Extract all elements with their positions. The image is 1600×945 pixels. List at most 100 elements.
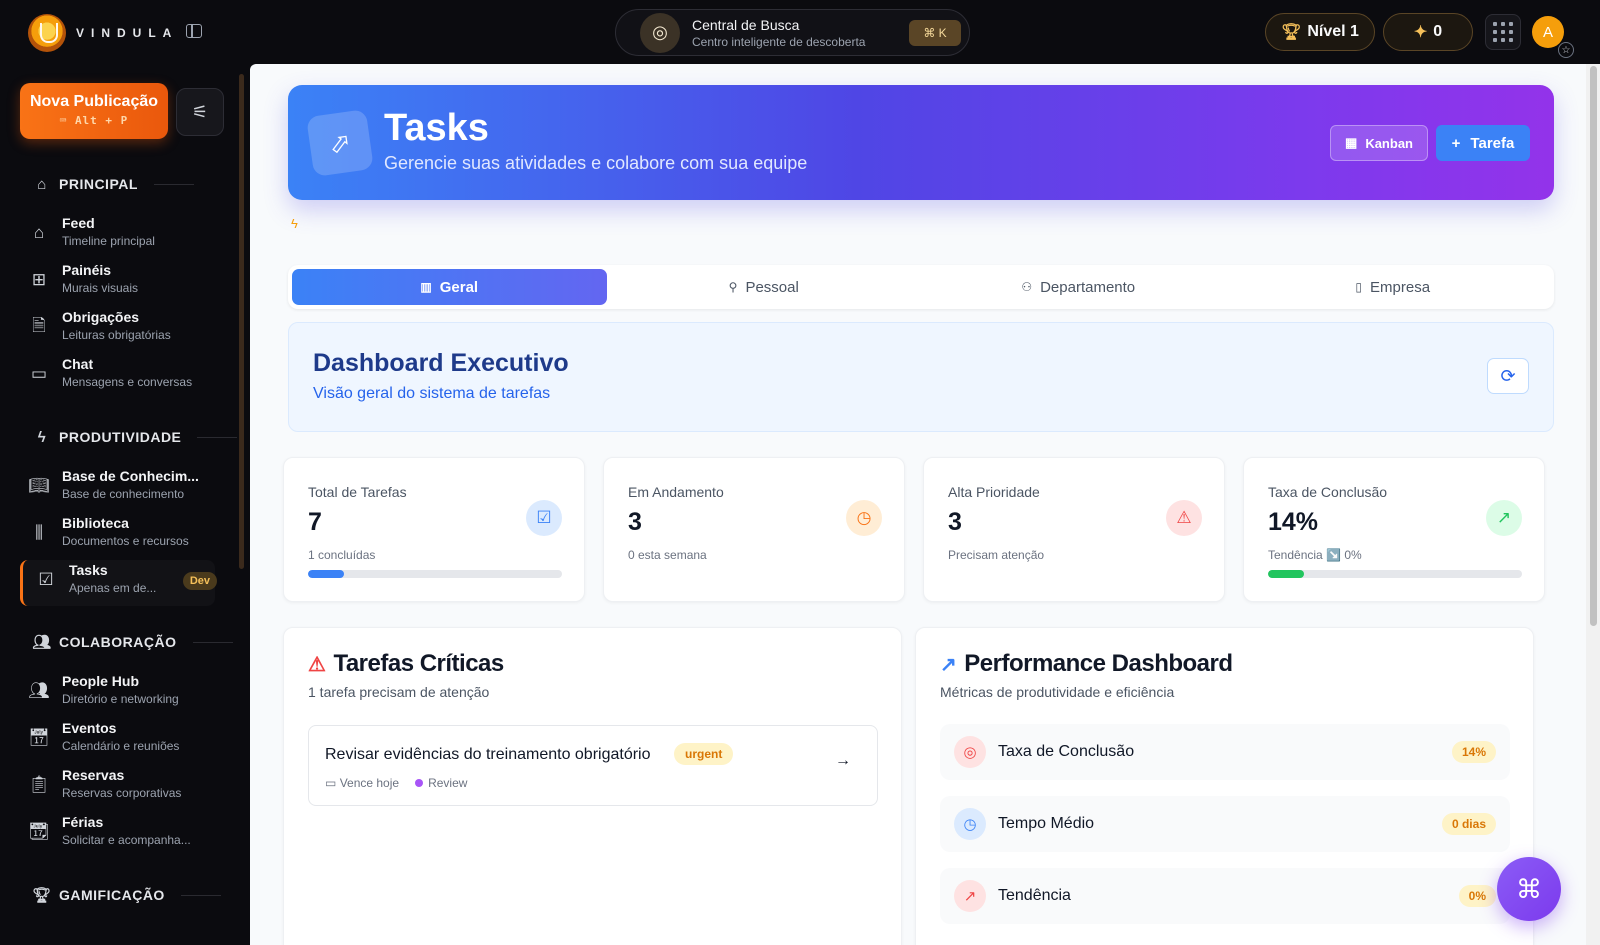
performance-title: Performance Dashboard — [964, 650, 1233, 677]
trending-up-icon: ↗ — [1486, 500, 1522, 536]
target-icon: ◎ — [954, 736, 986, 768]
critical-task-item[interactable]: Revisar evidências do treinamento obriga… — [308, 725, 878, 806]
bar-chart-icon: ▥ — [420, 280, 432, 294]
dashboard-subtitle: Visão geral do sistema de tarefas — [313, 385, 551, 402]
perf-badge: 14% — [1451, 741, 1496, 763]
level-label: Nível 1 — [1307, 23, 1359, 40]
users-icon: 👥︎ — [32, 634, 52, 651]
stat-total-tasks: Total de Tarefas 7 1 concluídas ☑ — [283, 457, 585, 602]
status-dot — [415, 779, 424, 787]
message-square-icon: ▭ — [30, 364, 48, 383]
grid-icon: ▦ — [1345, 135, 1358, 150]
home-icon: ⌂ — [33, 223, 45, 242]
stat-high-priority: Alta Prioridade 3 Precisam atenção ⚠ — [923, 457, 1225, 602]
tab-pessoal[interactable]: ⚲ Pessoal — [607, 269, 922, 305]
sidebar-item-biblioteca[interactable]: ⫼ Biblioteca Documentos e recursos — [30, 515, 235, 557]
task-title: Revisar evidências do treinamento obriga… — [325, 746, 651, 763]
new-post-button[interactable]: Nova Publicação ⌨ Alt + P — [20, 83, 168, 139]
task-due: ▭ Vence hoje — [325, 776, 400, 790]
calendar-icon: ▭ — [325, 776, 337, 790]
sidebar-item-paineis[interactable]: ⊞ Painéis Murais visuais — [30, 262, 235, 304]
users-icon: 👥︎ — [28, 681, 50, 700]
file-text-icon: 🗎︎ — [32, 315, 46, 335]
top-bar: VINDULA ◎ Central de Busca Centro inteli… — [0, 0, 1600, 64]
sidebar-item-ferias[interactable]: 📆︎ Férias Solicitar e acompanha... — [28, 814, 235, 856]
task-status: Review — [415, 776, 467, 790]
sidebar-item-tasks[interactable]: ☑ Tasks Apenas em de... Dev — [20, 560, 217, 606]
search-subtitle: Centro inteligente de descoberta — [692, 34, 866, 49]
sidebar-item-chat[interactable]: ▭ Chat Mensagens e conversas — [30, 356, 235, 398]
tasks-logo-icon: ⬀ — [306, 109, 374, 177]
dev-badge: Dev — [182, 572, 217, 590]
clock-icon: ◷ — [846, 500, 882, 536]
sidebar-item-people-hub[interactable]: 👥︎ People Hub Diretório e networking — [28, 673, 235, 715]
dashboard-header: Dashboard Executivo Visão geral do siste… — [288, 322, 1554, 432]
zap-icon: ϟ — [291, 216, 298, 231]
new-post-shortcut: ⌨ Alt + P — [59, 114, 129, 127]
section-principal: ⌂ PRINCIPAL — [33, 175, 194, 193]
kanban-button[interactable]: ▦ Kanban — [1330, 125, 1428, 161]
stat-in-progress: Em Andamento 3 0 esta semana ◷ — [603, 457, 905, 602]
tab-empresa[interactable]: ▯ Empresa — [1236, 269, 1551, 305]
zap-icon: ϟ — [37, 428, 47, 446]
avatar[interactable]: A — [1532, 16, 1564, 48]
new-task-button[interactable]: + Tarefa — [1436, 125, 1530, 161]
book-open-icon: 📖︎ — [28, 476, 50, 495]
users-icon: ⚇ — [1021, 280, 1033, 294]
perf-row-average-time: ◷ Tempo Médio 0 dias — [940, 796, 1510, 852]
trending-up-icon: ↗ — [940, 653, 957, 676]
sidebar-item-feed[interactable]: ⌂ Feed Timeline principal — [30, 215, 235, 257]
page-subtitle: Gerencie suas atividades e colabore com … — [384, 153, 808, 173]
filter-settings-button[interactable]: ⚟ — [176, 88, 224, 136]
arrow-right-icon[interactable]: → — [835, 752, 851, 770]
trophy-icon: 🏆︎ — [1281, 24, 1302, 41]
sliders-icon: ⚟ — [191, 101, 209, 122]
refresh-button[interactable]: ⟳ — [1487, 358, 1529, 394]
calendar-check-icon: 📆︎ — [28, 822, 50, 841]
apps-grid-button[interactable] — [1485, 14, 1521, 50]
section-produtividade: ϟ PRODUTIVIDADE — [33, 428, 238, 446]
tasks-hero-banner: ⬀ Tasks Gerencie suas atividades e colab… — [288, 85, 1554, 200]
tab-geral[interactable]: ▥ Geral — [292, 269, 607, 305]
completion-progress-bar — [1268, 570, 1522, 578]
page-scrollbar-thumb[interactable] — [1590, 66, 1597, 626]
sidebar-item-base-conhecimento[interactable]: 📖︎ Base de Conhecim... Base de conhecimen… — [28, 468, 235, 510]
logo-mark-icon — [28, 14, 66, 52]
sparkles-icon: ✦ — [1413, 24, 1428, 41]
layout-grid-icon: ⊞ — [31, 270, 47, 289]
perf-row-trend: ↗ Tendência 0% — [940, 868, 1510, 924]
library-icon: ⫼ — [35, 523, 43, 542]
trending-up-icon: ↗ — [954, 880, 986, 912]
refresh-icon: ⟳ — [1500, 365, 1516, 386]
clock-icon: ◷ — [954, 808, 986, 840]
command-palette-button[interactable]: ⌘ — [1497, 857, 1561, 921]
home-icon: ⌂ — [37, 175, 47, 193]
level-badge[interactable]: 🏆︎ Nível 1 — [1265, 13, 1375, 51]
page-title: Tasks — [384, 107, 489, 149]
total-progress-bar — [308, 570, 562, 578]
performance-subtitle: Métricas de produtividade e eficiência — [940, 684, 1175, 700]
search-center-button[interactable]: ◎ Central de Busca Centro inteligente de… — [615, 9, 970, 56]
critical-title: Tarefas Críticas — [333, 650, 504, 677]
priority-badge: urgent — [674, 743, 734, 765]
alert-triangle-icon: ⚠ — [308, 653, 326, 676]
check-square-icon: ☑ — [526, 500, 562, 536]
stat-completion-rate: Taxa de Conclusão 14% Tendência ↘️ 0% ↗ — [1243, 457, 1545, 602]
sidebar-scrollbar[interactable] — [239, 74, 244, 569]
brain-icon: ◎ — [640, 12, 680, 53]
points-badge[interactable]: ✦ 0 — [1383, 13, 1473, 51]
critical-subtitle: 1 tarefa precisam de atenção — [308, 684, 490, 700]
perf-badge: 0 dias — [1441, 813, 1496, 835]
section-colaboracao: 👥︎ COLABORAÇÃO — [32, 633, 233, 651]
sidebar-collapse-icon[interactable] — [186, 24, 202, 38]
logo[interactable]: VINDULA — [28, 14, 178, 52]
tab-departamento[interactable]: ⚇ Departamento — [921, 269, 1236, 305]
star-badge-icon: ☆ — [1558, 42, 1574, 58]
check-square-icon: ☑ — [38, 570, 54, 589]
sidebar-item-obrigacoes[interactable]: 🗎︎ Obrigações Leituras obrigatórias — [30, 309, 235, 351]
points-value: 0 — [1433, 23, 1443, 40]
sidebar-item-eventos[interactable]: 📅︎ Eventos Calendário e reuniões — [28, 720, 235, 762]
sidebar-item-reservas[interactable]: 📋︎ Reservas Reservas corporativas — [28, 767, 235, 809]
perf-badge: 0% — [1458, 885, 1496, 907]
search-shortcut: ⌘ K — [909, 19, 961, 46]
